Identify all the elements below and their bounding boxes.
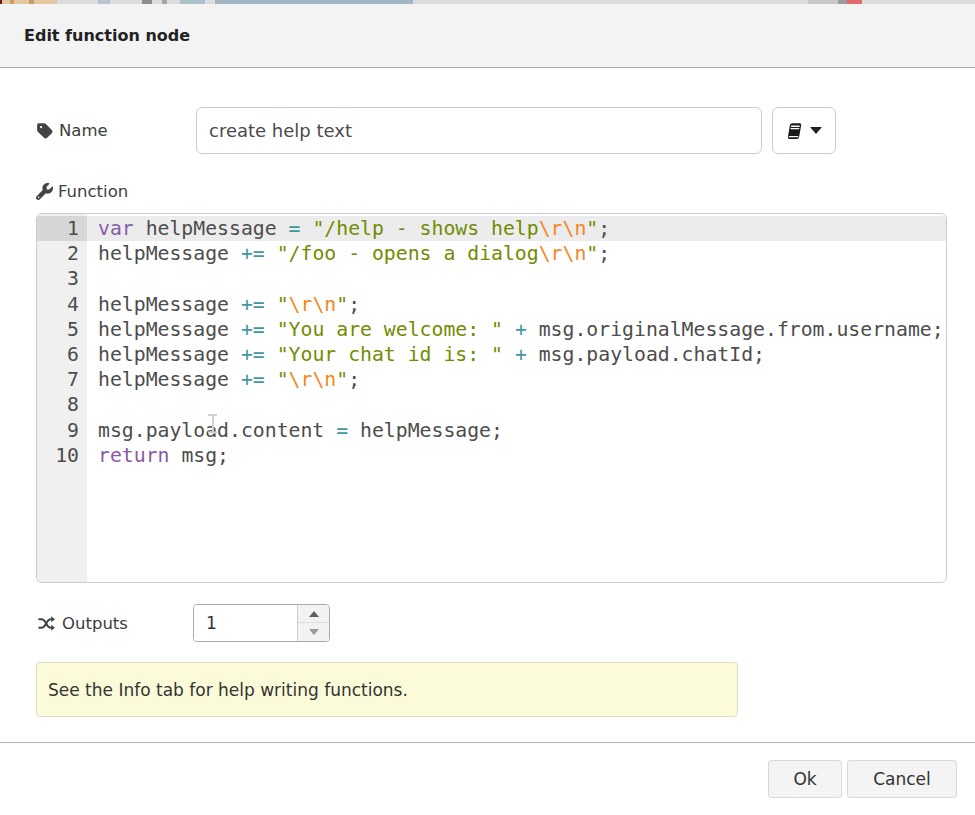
spinner-up-button[interactable] (298, 605, 329, 623)
outputs-label-text: Outputs (62, 614, 128, 633)
outputs-input[interactable] (194, 605, 298, 641)
editor-code[interactable]: var helpMessage = "/help - shows help\r\… (87, 214, 946, 582)
code-line[interactable]: var helpMessage = "/help - shows help\r\… (87, 216, 946, 241)
gutter-line-number: 1 (37, 216, 87, 241)
code-line[interactable] (87, 266, 946, 291)
code-line[interactable]: helpMessage += "\r\n"; (87, 292, 946, 317)
mouse-ibeam-cursor (208, 414, 217, 433)
caret-down-icon (810, 127, 822, 134)
gutter-line-number: 9 (37, 418, 87, 443)
book-icon (786, 121, 804, 141)
gutter-line-number: 7 (37, 367, 87, 392)
outputs-spinner (193, 604, 330, 642)
name-label: Name (36, 107, 108, 154)
editor-gutter: 12345678910 (37, 214, 87, 582)
info-tip-text: See the Info tab for help writing functi… (48, 680, 408, 700)
gutter-line-number: 5 (37, 317, 87, 342)
spinner-down-button[interactable] (298, 623, 329, 641)
arrow-down-icon (309, 629, 319, 635)
gutter-line-number: 6 (37, 342, 87, 367)
arrow-up-icon (309, 611, 319, 617)
gutter-line-number: 10 (37, 443, 87, 468)
tag-icon (36, 122, 54, 140)
gutter-line-number: 3 (37, 266, 87, 291)
code-line[interactable]: helpMessage += "/foo - opens a dialog\r\… (87, 241, 946, 266)
name-input[interactable] (196, 107, 762, 154)
code-line[interactable]: return msg; (87, 443, 946, 468)
spinner-buttons (297, 605, 329, 641)
cancel-button[interactable]: Cancel (847, 760, 957, 798)
code-line[interactable]: helpMessage += "\r\n"; (87, 367, 946, 392)
gutter-line-number: 4 (37, 292, 87, 317)
dialog-title: Edit function node (0, 4, 975, 67)
ok-button[interactable]: Ok (768, 760, 842, 798)
function-label: Function (36, 180, 128, 202)
library-button[interactable] (772, 107, 836, 154)
info-tip: See the Info tab for help writing functi… (36, 662, 738, 717)
code-line[interactable]: helpMessage += "Your chat id is: " + msg… (87, 342, 946, 367)
footer-divider (0, 742, 975, 743)
wrench-icon (36, 183, 53, 200)
outputs-label: Outputs (36, 604, 128, 642)
code-line[interactable]: helpMessage += "You are welcome: " + msg… (87, 317, 946, 342)
gutter-line-number: 8 (37, 392, 87, 417)
dialog-header: Edit function node (0, 4, 975, 68)
function-label-text: Function (58, 182, 128, 201)
shuffle-icon (36, 615, 57, 632)
code-editor[interactable]: 12345678910 var helpMessage = "/help - s… (36, 213, 947, 583)
name-label-text: Name (59, 121, 108, 140)
gutter-line-number: 2 (37, 241, 87, 266)
